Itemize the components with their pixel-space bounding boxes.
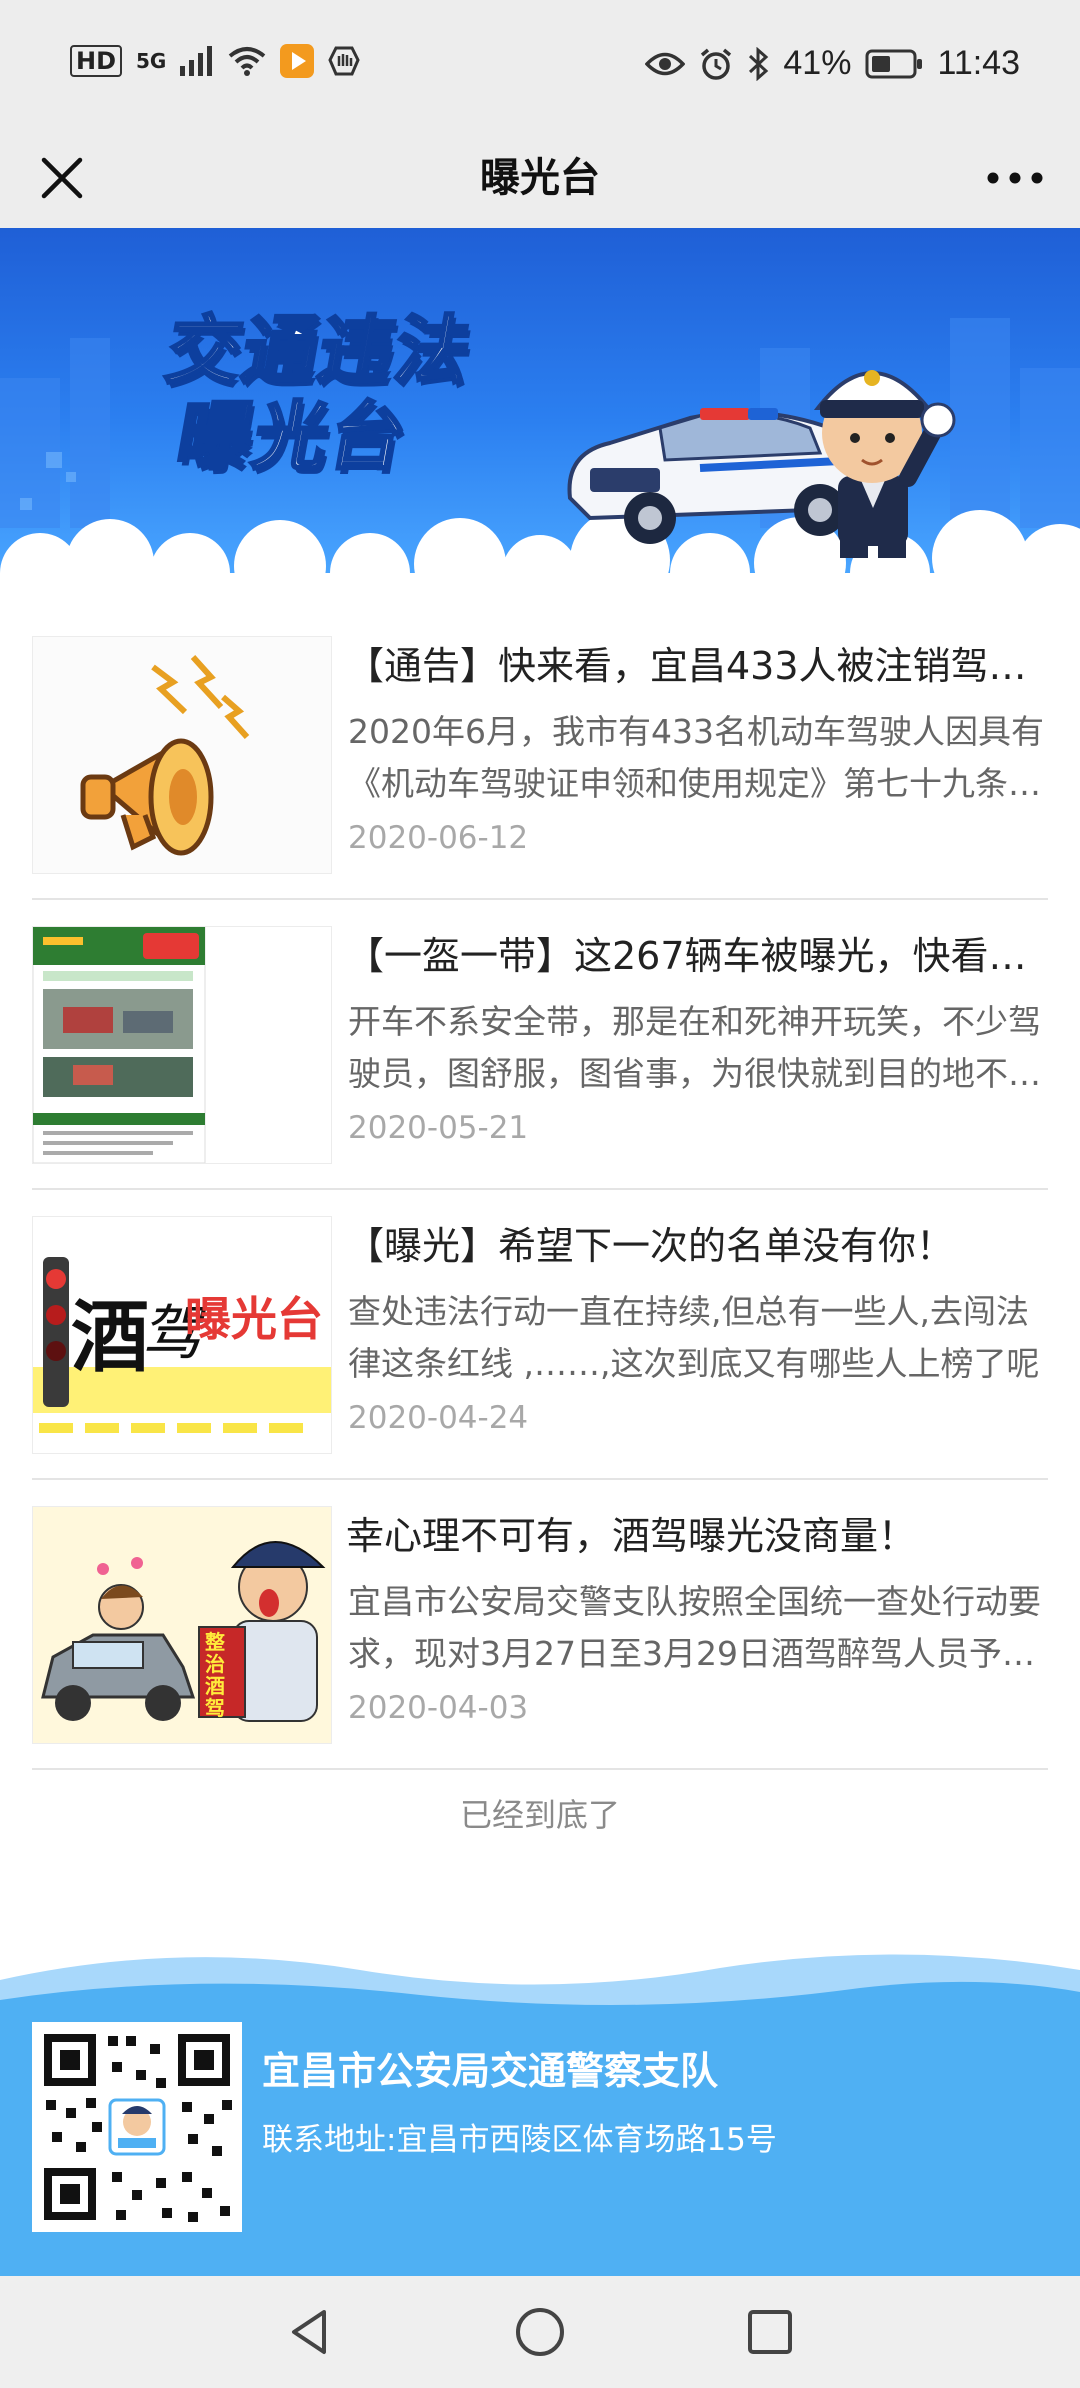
article-title[interactable]: 【通告】快来看，宜昌433人被注销驾驶证！ bbox=[346, 640, 1046, 692]
end-of-list-text: 已经到底了 bbox=[459, 1796, 620, 1834]
article-thumbnail bbox=[32, 636, 332, 874]
contact-address: 联系地址:宜昌市西陵区体育场路15号 bbox=[262, 2122, 777, 2158]
wifi-icon bbox=[229, 47, 266, 76]
qr-code bbox=[32, 2022, 242, 2232]
battery-percent: 41% bbox=[783, 44, 852, 82]
home-circle-icon[interactable] bbox=[510, 2302, 570, 2362]
eye-icon bbox=[645, 52, 686, 75]
back-triangle-icon[interactable] bbox=[280, 2302, 340, 2362]
bluetooth-icon bbox=[749, 46, 769, 81]
article-summary: 开车不系安全带，那是在和死神开玩笑，不少驾驶员，图舒服，图省事，为很快就到目的地… bbox=[348, 1002, 1041, 1093]
thumb-exposure-label: 曝光台 bbox=[185, 1292, 323, 1346]
list-item[interactable]: 整治酒驾 幸心理不可有，酒驾曝光没商量！ 宜昌市公安局交警支队按照全国统一查处行… bbox=[32, 1480, 1048, 1770]
page-title: 曝光台 bbox=[480, 155, 600, 201]
navigation-bar: 曝光台 bbox=[0, 128, 1080, 228]
footer-wave bbox=[0, 1940, 1080, 2020]
organization-name: 宜昌市公安局交通警察支队 bbox=[262, 2049, 719, 2093]
poster-image bbox=[33, 927, 331, 1163]
signal-icon bbox=[180, 46, 213, 76]
article-thumbnail: 酒 驾 曝光台 bbox=[32, 1216, 332, 1454]
thumb-sign-text: 整治酒驾 bbox=[205, 1630, 225, 1720]
article-date: 2020-06-12 bbox=[348, 820, 529, 856]
cartoon-police-image bbox=[33, 1507, 331, 1743]
banner-headline-line1: 交通违法 bbox=[159, 307, 481, 396]
article-summary: 查处违法行动一直在持续,但总有一些人,去闯法律这条红线 ,……,这次到底又有哪些… bbox=[348, 1292, 1040, 1383]
banner-headline-line2: 曝光台 bbox=[169, 393, 415, 482]
article-list: 【通告】快来看，宜昌433人被注销驾驶证！ 2020年6月，我市有433名机动车… bbox=[32, 610, 1048, 1770]
network-type-label: 5G bbox=[136, 49, 167, 73]
list-item[interactable]: 酒 驾 曝光台 【曝光】希望下一次的名单没有你！ 查处违法行动一直在持续,但总有… bbox=[32, 1190, 1048, 1480]
footer: 宜昌市公安局交通警察支队 联系地址:宜昌市西陵区体育场路15号 bbox=[0, 1940, 1080, 2276]
thumb-drunk-char1: 酒 bbox=[71, 1292, 150, 1383]
article-summary: 宜昌市公安局交警支队按照全国统一查处行动要求，现对3月27日至3月29日酒驾醉驾… bbox=[348, 1582, 1041, 1673]
close-icon[interactable] bbox=[30, 146, 94, 210]
list-item[interactable]: 【一盔一带】这267辆车被曝光，快看看有没有你！ 开车不系安全带，那是在和死神开… bbox=[32, 900, 1048, 1190]
article-title[interactable]: 幸心理不可有，酒驾曝光没商量！ bbox=[346, 1510, 1046, 1562]
article-thumbnail: 整治酒驾 bbox=[32, 1506, 332, 1744]
clock: 11:43 bbox=[937, 44, 1020, 82]
hand-icon bbox=[328, 46, 361, 76]
megaphone-icon bbox=[33, 637, 331, 873]
article-summary: 2020年6月，我市有433名机动车驾驶人因具有《机动车驾驶证申领和使用规定》第… bbox=[348, 712, 1044, 803]
banner: 交通违法 曝光台 bbox=[0, 228, 1080, 573]
article-title[interactable]: 【一盔一带】这267辆车被曝光，快看看有没有你！ bbox=[346, 930, 1046, 982]
article-title[interactable]: 【曝光】希望下一次的名单没有你！ bbox=[346, 1220, 1046, 1272]
banner-headline: 交通违法 曝光台 bbox=[145, 307, 481, 482]
system-navigation-bar bbox=[0, 2276, 1080, 2388]
battery-icon bbox=[865, 49, 923, 78]
article-date: 2020-04-24 bbox=[348, 1400, 529, 1436]
alarm-icon bbox=[701, 48, 732, 80]
article-thumbnail bbox=[32, 926, 332, 1164]
more-icon[interactable] bbox=[980, 146, 1050, 210]
status-bar: HD 5G 41% 11:43 bbox=[0, 0, 1080, 128]
hd-icon: HD bbox=[70, 45, 123, 77]
recents-square-icon[interactable] bbox=[740, 2302, 800, 2362]
article-date: 2020-05-21 bbox=[348, 1110, 529, 1146]
video-app-icon bbox=[280, 44, 315, 78]
article-date: 2020-04-03 bbox=[348, 1690, 529, 1726]
list-item[interactable]: 【通告】快来看，宜昌433人被注销驾驶证！ 2020年6月，我市有433名机动车… bbox=[32, 610, 1048, 900]
